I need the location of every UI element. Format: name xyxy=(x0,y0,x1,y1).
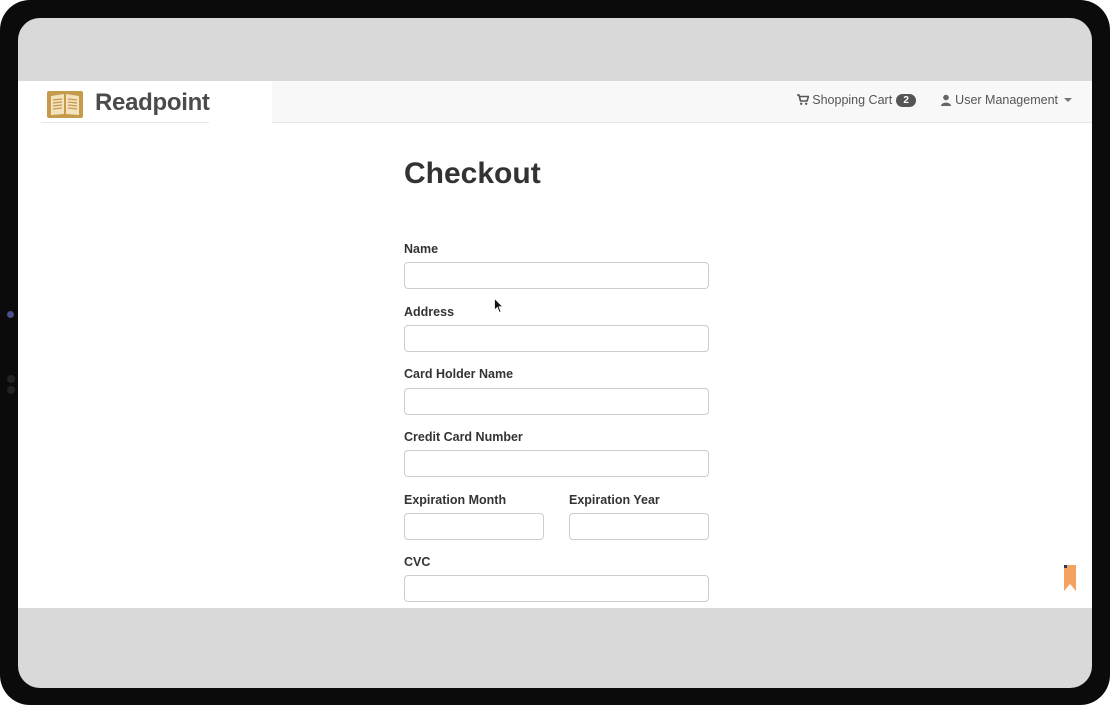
credit-card-number-field[interactable] xyxy=(404,450,709,477)
camera-dot xyxy=(7,311,14,318)
nav-right: Shopping Cart 2 User Management xyxy=(797,93,1072,107)
open-book-icon xyxy=(47,91,83,118)
shopping-cart-icon xyxy=(797,94,810,105)
cvc-field[interactable] xyxy=(404,575,709,602)
user-management-menu[interactable]: User Management xyxy=(940,93,1072,107)
card-holder-name-field[interactable] xyxy=(404,388,709,415)
name-field[interactable] xyxy=(404,262,709,289)
side-button-top xyxy=(7,375,15,383)
expiration-month-field[interactable] xyxy=(404,513,544,540)
shopping-cart-label: Shopping Cart xyxy=(812,93,893,107)
user-icon xyxy=(941,94,952,106)
cart-count-badge: 2 xyxy=(896,93,917,107)
credit-card-number-label: Credit Card Number xyxy=(404,430,523,444)
mouse-pointer-icon xyxy=(494,298,504,314)
brand[interactable]: Readpoint xyxy=(18,81,272,123)
address-field[interactable] xyxy=(404,325,709,352)
user-management-label: User Management xyxy=(955,93,1058,107)
expiration-month-label: Expiration Month xyxy=(404,493,507,507)
expiration-year-label: Expiration Year xyxy=(569,493,660,507)
brand-divider xyxy=(41,122,209,123)
expiration-year-field[interactable] xyxy=(569,513,709,540)
name-label: Name xyxy=(404,242,439,256)
address-label: Address xyxy=(404,305,455,319)
screen: Readpoint Shopping Cart 2 User Managemen… xyxy=(18,18,1092,688)
bookmark-icon[interactable] xyxy=(1062,563,1078,593)
brand-name: Readpoint xyxy=(95,89,210,116)
browser-page: Readpoint Shopping Cart 2 User Managemen… xyxy=(18,81,1092,608)
device-frame: Readpoint Shopping Cart 2 User Managemen… xyxy=(0,0,1110,705)
caret-down-icon xyxy=(1064,98,1072,102)
card-holder-name-label: Card Holder Name xyxy=(404,367,514,381)
shopping-cart-link[interactable]: Shopping Cart 2 xyxy=(797,93,917,107)
navbar: Readpoint Shopping Cart 2 User Managemen… xyxy=(18,81,1092,123)
page-title: Checkout xyxy=(404,157,541,190)
side-button-bottom xyxy=(7,386,15,394)
cvc-label: CVC xyxy=(404,555,431,569)
